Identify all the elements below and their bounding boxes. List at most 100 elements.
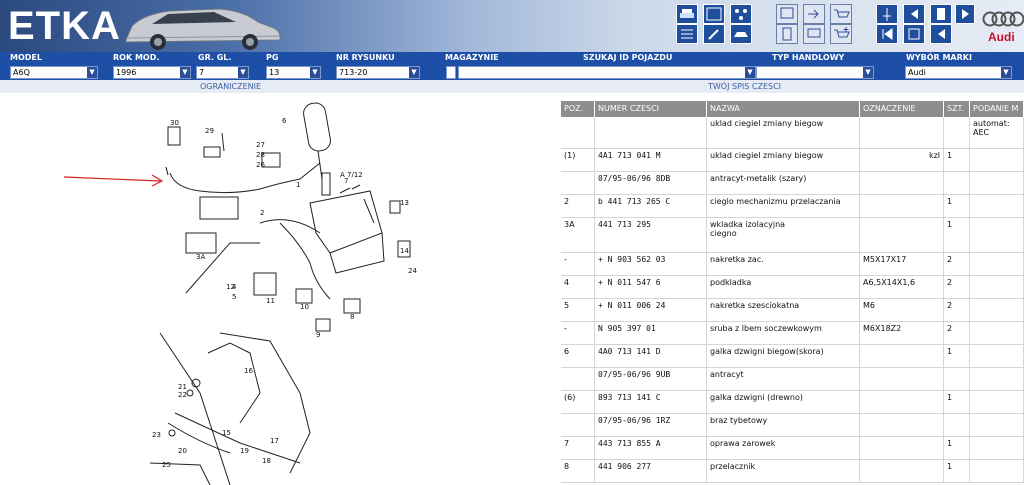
vehicle-icon[interactable]	[730, 24, 752, 44]
table-row[interactable]: - + N 903 562 03 nakretka zac. M5X17X17 2	[561, 253, 1024, 276]
chevron-down-icon[interactable]: ▼	[310, 67, 320, 78]
cell-pod	[970, 322, 1024, 344]
pg-select[interactable]: 13 ▼	[266, 66, 321, 79]
svg-text:14: 14	[400, 247, 409, 255]
cell-szt: 2	[944, 276, 970, 298]
cell-szt: 1	[944, 218, 970, 252]
chevron-down-icon[interactable]: ▼	[87, 67, 97, 78]
col-nazwa[interactable]: NAZWA	[707, 101, 860, 117]
window-icon[interactable]	[703, 4, 725, 24]
expand-icon[interactable]	[903, 24, 925, 44]
cell-nr: 4A1 713 041 M	[595, 149, 707, 171]
network-icon[interactable]	[730, 4, 752, 24]
cell-poz: 5	[561, 299, 595, 321]
szukaj-select[interactable]: ▼	[458, 66, 756, 79]
table-row[interactable]: 5 + N 011 006 24 nakretka szesciokatna M6 2	[561, 299, 1024, 322]
cell-nr: b 441 713 265 C	[595, 195, 707, 217]
table-row[interactable]: 8 441 906 277 przelacznik 1	[561, 460, 1024, 483]
col-poz[interactable]: POZ.	[561, 101, 595, 117]
model-select[interactable]: A6Q ▼	[10, 66, 98, 79]
restriction-label[interactable]: OGRANICZENIE	[200, 82, 261, 91]
cell-pod	[970, 299, 1024, 321]
cell-ozn: M6X18Z2	[860, 322, 944, 344]
pin-icon[interactable]	[876, 4, 898, 24]
typ-select[interactable]: ▼	[756, 66, 874, 79]
svg-text:19: 19	[240, 447, 249, 455]
table-row[interactable]: 6 4A0 713 141 Dgalka dzwigni biegow(skor…	[561, 345, 1024, 368]
table-row[interactable]: 07/95-06/96 8DB antracyt-metalik (szary)	[561, 172, 1024, 195]
cell-ozn	[860, 195, 944, 217]
svg-text:10: 10	[300, 303, 309, 311]
page-icon[interactable]	[930, 4, 952, 24]
marka-select[interactable]: Audi ▼	[905, 66, 1012, 79]
cell-poz: 7	[561, 437, 595, 459]
table-row[interactable]: uklad ciegiel zmiany biegow automat: AEC	[561, 117, 1024, 149]
col-oznaczenie[interactable]: OZNACZENIE	[860, 101, 944, 117]
monitor-icon[interactable]	[803, 24, 825, 44]
info-icon[interactable]	[776, 4, 798, 24]
cell-pod	[970, 391, 1024, 413]
cell-nazwa: przelacznik	[707, 460, 860, 482]
edit-icon[interactable]	[703, 24, 725, 44]
parts-list-label[interactable]: TWÓJ SPIS CZESCI	[708, 82, 781, 91]
magazynie-checkbox[interactable]	[446, 66, 456, 79]
back-icon[interactable]	[930, 24, 952, 44]
svg-text:29: 29	[205, 127, 214, 135]
col-podanie[interactable]: PODANIE M	[970, 101, 1024, 117]
cell-nazwa: podkladka	[707, 276, 860, 298]
table-row[interactable]: 07/95-06/96 1RZ braz tybetowy	[561, 414, 1024, 437]
cell-nazwa: uklad ciegiel zmiany biegow	[707, 117, 860, 148]
chevron-down-icon[interactable]: ▼	[238, 67, 248, 78]
cell-nr: 893 713 141 C	[595, 391, 707, 413]
table-row[interactable]: 7 443 713 855 Aoprawa zarowek 1	[561, 437, 1024, 460]
table-header: POZ. NUMER CZESCI NAZWA OZNACZENIE SZT. …	[561, 101, 1024, 117]
cart-icon[interactable]	[830, 4, 852, 24]
table-row[interactable]: 2b 441 713 265 Ccieglo mechanizmu przela…	[561, 195, 1024, 218]
first-page-icon[interactable]	[876, 24, 898, 44]
table-row[interactable]: 4 + N 011 547 6 podkladka A6,5X14X1,6 2	[561, 276, 1024, 299]
svg-text:1: 1	[296, 181, 300, 189]
prev-page-icon[interactable]	[903, 4, 925, 24]
gr-select[interactable]: 7 ▼	[196, 66, 249, 79]
app-logo: ETKA	[8, 4, 121, 48]
svg-text:17: 17	[270, 437, 279, 445]
cell-pod	[970, 414, 1024, 436]
table-row[interactable]: 3A 441 713 295 wkladka izolacyjna ciegno 1	[561, 218, 1024, 253]
table-row[interactable]: (1) 4A1 713 041 Muklad ciegiel zmiany bi…	[561, 149, 1024, 172]
cell-nr: N 905 397 01	[595, 322, 707, 344]
table-row[interactable]: - N 905 397 01 sruba z lbem soczewkowym M6…	[561, 322, 1024, 345]
nr-select[interactable]: 713-20 ▼	[336, 66, 420, 79]
next-page-icon[interactable]	[955, 4, 975, 24]
rok-select[interactable]: 1996 ▼	[113, 66, 191, 79]
export-icon[interactable]	[803, 4, 825, 24]
cell-ozn: M5X17X17	[860, 253, 944, 275]
table-row[interactable]: 07/95-06/96 9UB antracyt	[561, 368, 1024, 391]
print-icon[interactable]	[676, 4, 698, 24]
chevron-down-icon[interactable]: ▼	[1001, 67, 1011, 78]
svg-text:A 7/12: A 7/12	[340, 171, 363, 179]
cart-add-icon[interactable]	[830, 24, 852, 44]
svg-text:30: 30	[170, 119, 179, 127]
document-icon[interactable]	[776, 24, 798, 44]
svg-text:20: 20	[178, 447, 187, 455]
magazynie-label: MAGAZYNIE	[445, 53, 499, 62]
chevron-down-icon[interactable]: ▼	[863, 67, 873, 78]
col-szt[interactable]: SZT.	[944, 101, 970, 117]
chevron-down-icon[interactable]: ▼	[409, 67, 419, 78]
col-numer[interactable]: NUMER CZESCI	[595, 101, 707, 117]
cell-poz	[561, 414, 595, 436]
cell-poz: 6	[561, 345, 595, 367]
table-row[interactable]: (6) 893 713 141 Cgalka dzwigni (drewno) 1	[561, 391, 1024, 414]
cell-pod	[970, 345, 1024, 367]
svg-text:16: 16	[244, 367, 253, 375]
audi-brand-text: Audi	[988, 30, 1015, 44]
chevron-down-icon[interactable]: ▼	[745, 67, 755, 78]
info-strip: OGRANICZENIE TWÓJ SPIS CZESCI	[0, 80, 1024, 93]
cell-nazwa: antracyt-metalik (szary)	[707, 172, 860, 194]
parts-diagram[interactable]: 302927 28266 123A 457 A 7/121314 241112 …	[0, 93, 555, 485]
list-icon[interactable]	[676, 24, 698, 44]
cell-szt	[944, 117, 970, 148]
cell-szt	[944, 414, 970, 436]
chevron-down-icon[interactable]: ▼	[180, 67, 190, 78]
svg-text:23: 23	[152, 431, 161, 439]
